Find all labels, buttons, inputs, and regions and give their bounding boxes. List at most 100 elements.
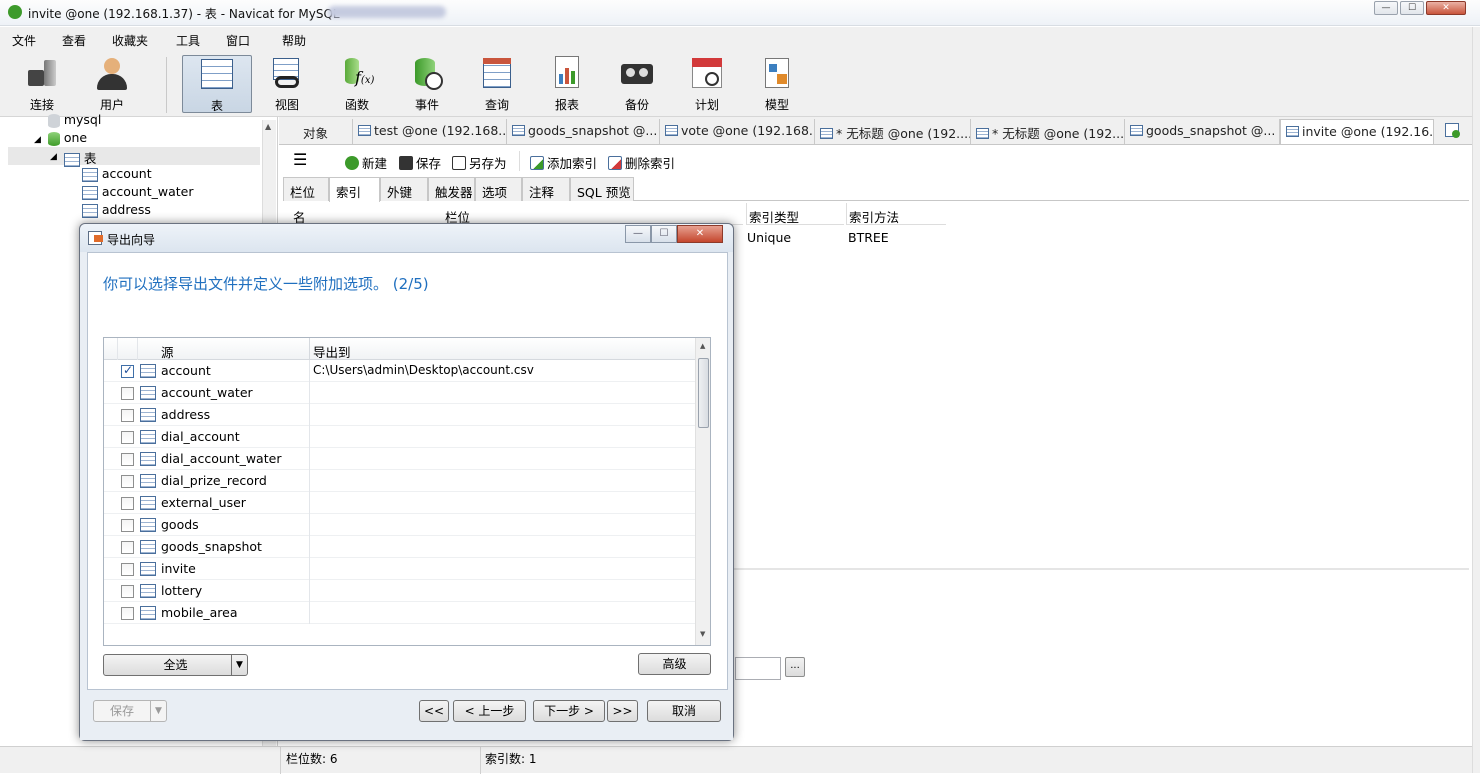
menu-file[interactable]: 文件 [12,32,36,49]
tab-objects[interactable]: 对象 [279,119,353,144]
index-method-cell[interactable]: BTREE [848,227,889,249]
main-window-scrollbar[interactable] [1472,27,1480,773]
index-type-cell[interactable]: Unique [747,227,791,249]
browse-button[interactable]: ... [785,657,805,677]
scrollbar-thumb[interactable] [698,358,709,428]
table-button[interactable]: 表 [182,55,252,113]
export-row-address[interactable]: address [104,404,695,426]
export-row-account[interactable]: account C:\Users\admin\Desktop\account.cs… [104,360,695,382]
backup-button[interactable]: 备份 [605,55,669,115]
next-step-button[interactable]: 下一步 > [533,700,605,722]
menu-tools[interactable]: 工具 [176,32,200,49]
save-button[interactable]: 保存 [399,153,441,172]
expand-arrow-icon[interactable]: ◢ [34,135,41,145]
tab-vote[interactable]: vote @one (192.168.... [660,119,815,144]
tab-untitled-1[interactable]: * 无标题 @one (192.... [815,119,971,144]
tab-sql-preview[interactable]: SQL 预览 [570,177,634,201]
select-all-button[interactable]: 全选 ▼ [103,654,248,676]
row-checkbox[interactable] [121,519,134,532]
tab-comment[interactable]: 注释 [522,177,570,201]
new-tab-icon[interactable] [1445,123,1460,138]
row-checkbox[interactable] [121,387,134,400]
tab-invite[interactable]: invite @one (192.16... [1280,119,1434,144]
first-step-button[interactable]: << [419,700,449,722]
save-as-button[interactable]: 另存为 [452,153,507,172]
nav-item-tables[interactable]: 表 [64,148,96,167]
row-checkbox[interactable] [121,409,134,422]
scroll-down-arrow-icon[interactable]: ▼ [700,630,705,638]
export-path[interactable]: C:\Users\admin\Desktop\account.csv [313,363,534,377]
row-checkbox[interactable] [121,607,134,620]
export-row-dial-account-water[interactable]: dial_account_water [104,448,695,470]
minimize-button[interactable]: — [1374,1,1398,15]
expand-arrow-icon[interactable]: ◢ [50,152,57,162]
menu-favorites[interactable]: 收藏夹 [112,32,148,49]
column-header-fields[interactable]: 栏位 [445,203,743,225]
row-checkbox[interactable] [121,585,134,598]
property-input[interactable] [735,657,781,680]
hamburger-menu-icon[interactable]: ☰ [293,152,307,168]
scroll-up-arrow-icon[interactable]: ▲ [265,122,271,131]
tab-options[interactable]: 选项 [475,177,522,201]
cancel-button[interactable]: 取消 [647,700,721,722]
column-header-index-type[interactable]: 索引类型 [746,203,844,225]
export-row-invite[interactable]: invite [104,558,695,580]
menu-view[interactable]: 查看 [62,32,86,49]
previous-step-button[interactable]: < 上一步 [453,700,526,722]
menu-window[interactable]: 窗口 [226,32,250,49]
column-header-export-to[interactable]: 导出到 [313,342,351,361]
nav-item-account[interactable]: account [82,166,152,184]
nav-item-mysql[interactable]: mysql [48,112,101,130]
row-checkbox[interactable] [121,541,134,554]
export-row-goods-snapshot[interactable]: goods_snapshot [104,536,695,558]
add-index-button[interactable]: 添加索引 [530,153,597,172]
maximize-button[interactable]: ☐ [1400,1,1424,15]
export-row-mobile-area[interactable]: mobile_area [104,602,695,624]
list-scrollbar[interactable]: ▲ ▼ [695,338,710,645]
tab-triggers[interactable]: 触发器 [428,177,475,201]
scroll-up-arrow-icon[interactable]: ▲ [700,342,705,350]
last-step-button[interactable]: >> [607,700,638,722]
column-header-name[interactable]: 名 [293,203,443,225]
dialog-minimize-button[interactable]: — [625,225,651,243]
column-header-source[interactable]: 源 [161,342,174,361]
row-checkbox[interactable] [121,453,134,466]
user-button[interactable]: 用户 [80,55,144,115]
export-row-goods[interactable]: goods [104,514,695,536]
menu-help[interactable]: 帮助 [282,32,306,49]
schedule-button[interactable]: 计划 [675,55,739,115]
advanced-button[interactable]: 高级 [638,653,711,675]
tab-untitled-2[interactable]: * 无标题 @one (192.... [971,119,1125,144]
row-checkbox[interactable] [121,563,134,576]
export-row-account-water[interactable]: account_water [104,382,695,404]
export-row-dial-account[interactable]: dial_account [104,426,695,448]
export-row-lottery[interactable]: lottery [104,580,695,602]
dialog-maximize-button[interactable]: ☐ [651,225,677,243]
new-button[interactable]: 新建 [345,153,387,172]
model-button[interactable]: 模型 [745,55,809,115]
row-checkbox[interactable] [121,497,134,510]
row-checkbox[interactable] [121,363,134,378]
query-button[interactable]: 查询 [465,55,529,115]
event-button[interactable]: 事件 [395,55,459,115]
row-checkbox[interactable] [121,475,134,488]
export-row-external-user[interactable]: external_user [104,492,695,514]
tab-foreign-keys[interactable]: 外键 [380,177,428,201]
tab-indexes[interactable]: 索引 [329,177,380,202]
function-button[interactable]: f(x) 函数 [325,55,389,115]
dropdown-arrow-icon[interactable]: ▼ [231,655,247,675]
delete-index-button[interactable]: 删除索引 [608,153,675,172]
report-button[interactable]: 报表 [535,55,599,115]
close-window-button[interactable]: ✕ [1426,1,1466,15]
connect-button[interactable]: 连接 [10,55,74,115]
dialog-close-button[interactable]: ✕ [677,225,723,243]
view-button[interactable]: 视图 [255,55,319,115]
tab-test[interactable]: test @one (192.168.... [353,119,507,144]
column-header-index-method[interactable]: 索引方法 [846,203,946,225]
dropdown-arrow-icon[interactable]: ▼ [150,701,166,721]
nav-item-one[interactable]: one [48,130,87,148]
tab-goods-snapshot[interactable]: goods_snapshot @... [507,119,660,144]
nav-item-address[interactable]: address [82,202,151,220]
save-profile-button[interactable]: 保存 ▼ [93,700,167,722]
export-row-dial-prize-record[interactable]: dial_prize_record [104,470,695,492]
